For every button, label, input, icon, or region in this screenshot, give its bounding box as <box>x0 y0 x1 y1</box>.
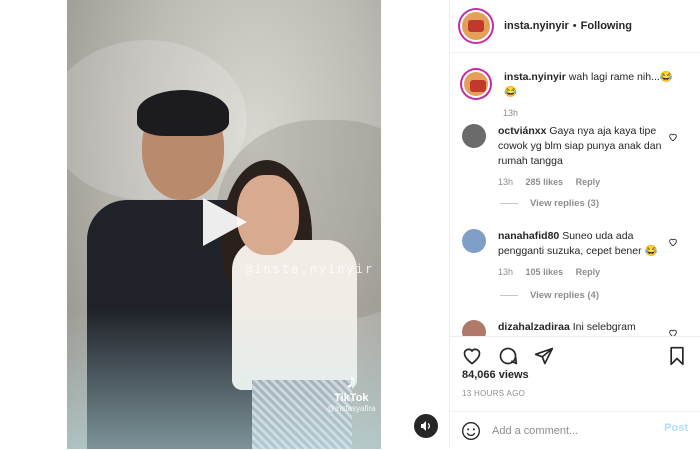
heart-icon[interactable] <box>668 132 678 142</box>
view-count[interactable]: 84,066 views <box>462 369 529 381</box>
comment-text: Ini selebgram <box>572 321 636 333</box>
view-replies-button[interactable]: View replies (4) <box>500 290 599 301</box>
replies-line <box>500 295 518 296</box>
commenter-avatar[interactable] <box>462 229 486 253</box>
view-replies-label[interactable]: View replies (3) <box>530 198 599 209</box>
following-button[interactable]: Following <box>581 20 632 32</box>
caption-meta: 13h <box>503 108 692 118</box>
replies-line <box>500 203 518 204</box>
comment-bubble-icon[interactable] <box>497 345 519 367</box>
tiktok-logo-icon: ♪ <box>345 368 357 393</box>
post-header: insta.nyinyir • Following <box>450 0 700 53</box>
video-watermark: @insta.nyinyir <box>245 262 375 276</box>
comment-username[interactable]: nanahafid80 <box>498 230 559 242</box>
comment-likes[interactable]: 105 likes <box>526 267 564 277</box>
post-sidebar: insta.nyinyir • Following insta.nyinyir … <box>449 0 700 449</box>
post-actions: 84,066 views 13 HOURS AGO <box>450 336 700 412</box>
reply-button[interactable]: Reply <box>576 267 601 277</box>
caption-username[interactable]: insta.nyinyir <box>504 71 566 83</box>
comment-meta: 13h 105 likes Reply <box>498 267 692 277</box>
like-heart-icon[interactable] <box>461 345 483 367</box>
post-timestamp: 13 HOURS AGO <box>462 389 526 398</box>
heart-icon[interactable] <box>668 237 678 247</box>
comment-username[interactable]: dizahalzadiraa <box>498 321 570 333</box>
bookmark-icon[interactable] <box>666 345 688 367</box>
comments-list[interactable]: insta.nyinyir wah lagi rame nih...😂😂 13h… <box>450 54 700 336</box>
commenter-avatar[interactable] <box>462 124 486 148</box>
comment-input[interactable] <box>490 419 664 443</box>
reply-button[interactable]: Reply <box>576 177 601 187</box>
post-media: @insta.nyinyir ♪ TikTok @instasyafira <box>0 0 449 449</box>
action-icons <box>461 345 555 367</box>
commenter-avatar[interactable] <box>462 320 486 336</box>
man-hair <box>137 90 229 136</box>
caption-time: 13h <box>503 108 519 118</box>
comment-item: dizahalzadiraa Ini selebgram <box>462 320 692 336</box>
play-icon[interactable] <box>203 198 247 246</box>
heart-icon[interactable] <box>668 328 678 336</box>
tiktok-badge: ♪ TikTok @instasyafira <box>327 368 376 414</box>
comment-username[interactable]: octviánxx <box>498 125 546 137</box>
share-paper-plane-icon[interactable] <box>533 345 555 367</box>
comment-item: nanahafid80 Suneo uda ada pengganti suzu… <box>462 229 692 277</box>
comment-likes[interactable]: 285 likes <box>526 177 564 187</box>
comment-time: 13h <box>498 267 514 277</box>
author-username[interactable]: insta.nyinyir <box>504 20 569 32</box>
comment-meta: 13h 285 likes Reply <box>498 177 692 187</box>
comment-item: octviánxx Gaya nya aja kaya tipe cowok y… <box>462 124 692 187</box>
author-avatar[interactable] <box>462 70 490 98</box>
view-replies-button[interactable]: View replies (3) <box>500 198 599 209</box>
caption: insta.nyinyir wah lagi rame nih...😂😂 13h <box>462 70 692 118</box>
separator-dot: • <box>572 20 577 32</box>
emoji-smiley-icon[interactable] <box>460 420 482 442</box>
comment-time: 13h <box>498 177 514 187</box>
view-replies-label[interactable]: View replies (4) <box>530 290 599 301</box>
author-avatar[interactable] <box>460 10 492 42</box>
tiktok-handle: @instasyafira <box>327 404 376 413</box>
speaker-icon[interactable] <box>414 414 438 438</box>
add-comment-bar: Post <box>450 411 700 450</box>
post-button[interactable]: Post <box>664 422 688 434</box>
tiktok-name: TikTok <box>334 392 369 404</box>
